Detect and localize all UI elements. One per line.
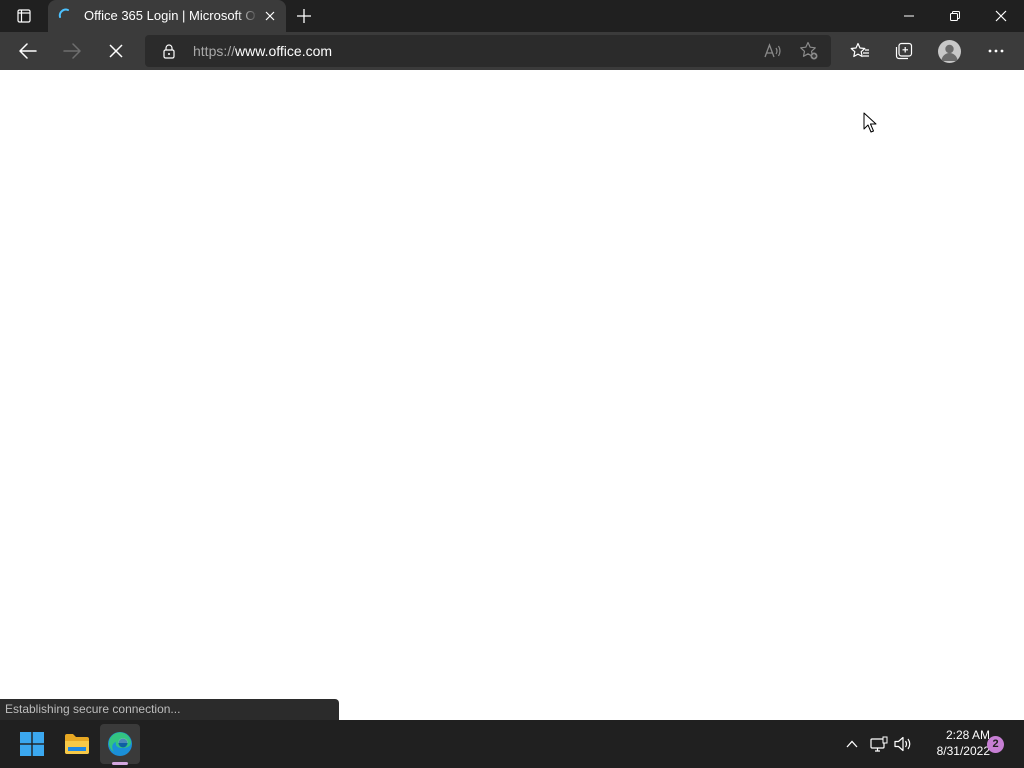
minimize-icon	[904, 15, 914, 17]
folder-icon	[65, 734, 89, 754]
file-explorer-button[interactable]	[57, 724, 97, 764]
profile-avatar[interactable]	[938, 40, 961, 63]
close-icon	[109, 44, 123, 58]
clock-time: 2:28 AM	[945, 728, 990, 742]
settings-and-more-button[interactable]	[981, 37, 1011, 65]
star-add-icon	[800, 41, 818, 60]
plus-icon	[297, 9, 311, 23]
status-bubble: Establishing secure connection...	[0, 699, 339, 720]
chevron-up-icon	[846, 740, 858, 748]
clock[interactable]: 2:28 AM 8/31/2022	[918, 727, 990, 761]
clock-date: 8/31/2022	[936, 744, 990, 758]
favorites-button[interactable]	[845, 37, 875, 65]
url-host: www.office.com	[235, 43, 333, 59]
tab-actions-button[interactable]	[8, 4, 40, 28]
notification-badge[interactable]: 2	[987, 736, 1004, 753]
forward-button[interactable]	[56, 36, 88, 66]
more-horizontal-icon	[988, 49, 1004, 53]
person-icon	[941, 44, 958, 61]
lock-icon[interactable]	[161, 43, 177, 59]
active-app-indicator	[112, 762, 128, 765]
restore-button[interactable]	[932, 0, 978, 32]
new-tab-button[interactable]	[292, 4, 316, 28]
network-button[interactable]	[868, 732, 890, 756]
add-to-favorites-button[interactable]	[799, 41, 819, 61]
browser-toolbar: https://www.office.com	[0, 32, 1024, 70]
page-viewport[interactable]	[0, 70, 1024, 720]
tab-close-button[interactable]	[262, 8, 278, 24]
mouse-cursor-icon	[863, 112, 877, 133]
collections-icon	[895, 42, 913, 60]
tab-actions-icon	[17, 9, 31, 23]
url-text[interactable]: https://www.office.com	[193, 43, 332, 59]
speaker-icon	[894, 736, 911, 752]
arrow-left-icon	[19, 43, 37, 59]
read-aloud-button[interactable]	[763, 41, 783, 61]
loading-spinner-icon	[58, 8, 69, 18]
tab-title: Office 365 Login | Microsoft Office	[84, 8, 256, 23]
close-window-button[interactable]	[978, 0, 1024, 32]
collections-button[interactable]	[889, 37, 919, 65]
windows-logo-icon	[20, 732, 44, 756]
volume-button[interactable]	[892, 732, 914, 756]
edge-icon	[108, 732, 132, 756]
minimize-button[interactable]	[886, 0, 932, 32]
show-hidden-icons-button[interactable]	[841, 732, 863, 756]
arrow-right-icon	[63, 43, 81, 59]
restore-icon	[950, 11, 960, 21]
edge-taskbar-button[interactable]	[100, 724, 140, 764]
title-bar: Office 365 Login | Microsoft Office	[0, 0, 1024, 32]
start-button[interactable]	[12, 724, 52, 764]
network-icon	[870, 736, 888, 752]
stop-loading-button[interactable]	[100, 36, 132, 66]
tab-office-365-login[interactable]: Office 365 Login | Microsoft Office	[48, 0, 286, 32]
url-scheme: https://	[193, 43, 236, 59]
tab-title-fade	[236, 4, 258, 28]
address-bar[interactable]: https://www.office.com	[145, 35, 831, 67]
back-button[interactable]	[12, 36, 44, 66]
read-aloud-icon	[764, 43, 781, 58]
close-icon	[995, 10, 1007, 22]
favorites-icon	[850, 42, 869, 58]
taskbar: 2:28 AM 8/31/2022 2	[0, 720, 1024, 768]
close-icon	[265, 11, 275, 21]
